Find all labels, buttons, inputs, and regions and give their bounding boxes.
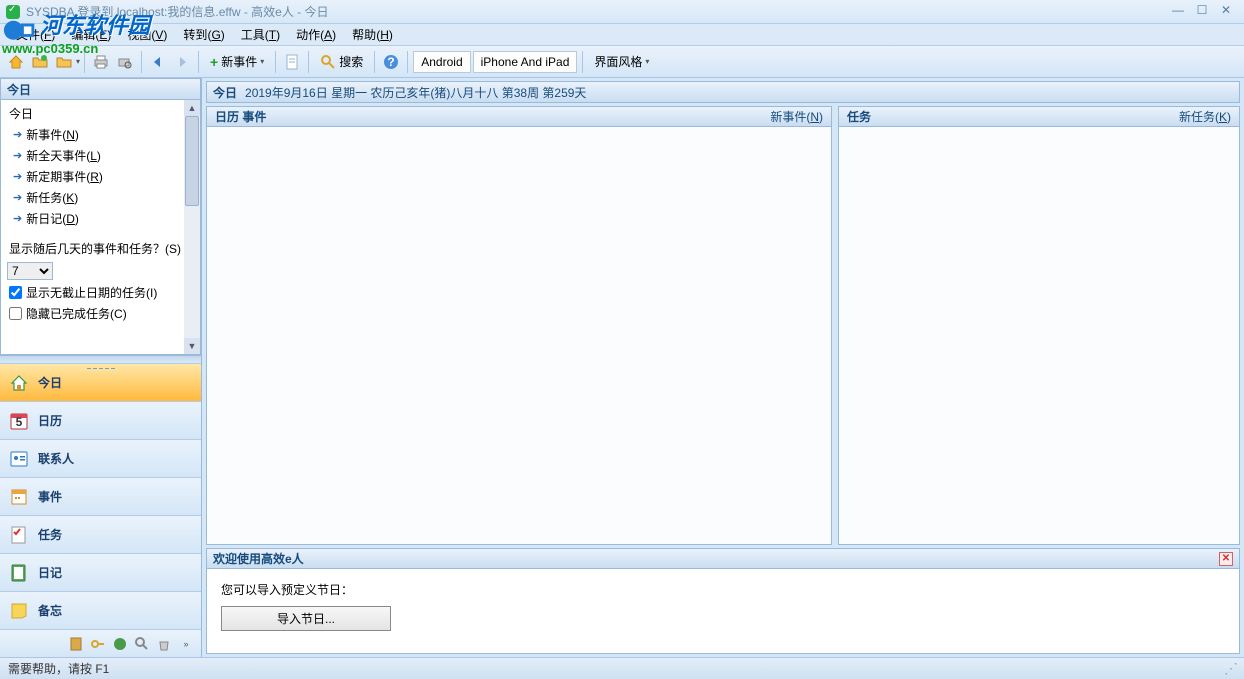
scroll-up-icon[interactable]: ▲	[184, 100, 200, 116]
nav-key-icon[interactable]	[89, 635, 107, 653]
calendar-events-panel: 日历 事件 新事件(N)	[206, 106, 832, 545]
scroll-down-icon[interactable]: ▼	[184, 338, 200, 354]
maximize-button[interactable]: ☐	[1190, 3, 1214, 21]
nav-memo[interactable]: 备忘	[0, 591, 201, 629]
toolbar-separator	[582, 51, 583, 73]
scroll-thumb[interactable]	[185, 116, 199, 206]
days-select[interactable]: 7	[7, 262, 53, 280]
minimize-button[interactable]: —	[1166, 3, 1190, 21]
tasks-panel: 任务 新任务(K)	[838, 106, 1240, 545]
sidebar-new-recurring[interactable]: ➔新定期事件(R)	[7, 166, 198, 187]
toolbar-separator	[407, 51, 408, 73]
sidebar-new-event[interactable]: ➔新事件(N)	[7, 124, 198, 145]
tb-folder-open-icon[interactable]	[54, 52, 74, 72]
app-icon	[6, 5, 20, 19]
sidebar-new-task[interactable]: ➔新任务(K)	[7, 187, 198, 208]
nav-recycle-icon[interactable]	[155, 635, 173, 653]
nav-tasks[interactable]: 任务	[0, 515, 201, 553]
import-holiday-button[interactable]: 导入节日...	[221, 606, 391, 631]
window-titlebar: SYSDBA 登录到 localhost:我的信息.effw - 高效e人 - …	[0, 0, 1244, 24]
menu-goto[interactable]: 转到(G)	[175, 24, 232, 45]
sidebar-scrollbar[interactable]: ▲ ▼	[184, 100, 200, 354]
memo-icon	[8, 600, 30, 622]
toolbar-separator	[275, 51, 276, 73]
new-event-link[interactable]: 新事件(N)	[770, 108, 823, 125]
tb-print-icon[interactable]	[91, 52, 111, 72]
menu-file[interactable]: 文件(F)	[8, 24, 63, 45]
new-task-link[interactable]: 新任务(K)	[1179, 108, 1231, 125]
welcome-panel: 欢迎使用高效e人 ✕ 您可以导入预定义节日： 导入节日...	[206, 548, 1240, 654]
nav-diary[interactable]: 日记	[0, 553, 201, 591]
status-text: 需要帮助，请按 F1	[8, 660, 109, 677]
welcome-title: 欢迎使用高效e人	[213, 550, 304, 567]
menu-action[interactable]: 动作(A)	[288, 24, 344, 45]
tb-help-icon[interactable]: ?	[381, 52, 401, 72]
tb-search-button[interactable]: 搜索	[313, 50, 370, 73]
calendar-icon: 5	[8, 410, 30, 432]
chk-show-nodate[interactable]: 显示无截止日期的任务(I)	[7, 282, 198, 303]
nav-paste-icon[interactable]	[67, 635, 85, 653]
menu-view[interactable]: 视图(V)	[119, 24, 175, 45]
tasks-title: 任务	[847, 108, 871, 125]
nav-globe-icon[interactable]	[111, 635, 129, 653]
house-icon	[8, 372, 30, 394]
welcome-hint: 您可以导入预定义节日：	[221, 581, 1225, 598]
sidebar-subheader: 今日	[7, 103, 198, 124]
tb-style-button[interactable]: 界面风格▾	[587, 50, 656, 73]
tb-iphone-link[interactable]: iPhone And iPad	[473, 51, 578, 73]
main-toolbar: ▾ +新事件▾ 搜索 ? Android iPhone And iPad 界面风…	[0, 46, 1244, 78]
toolbar-separator	[308, 51, 309, 73]
sidebar-body: ▲ ▼ 今日 ➔新事件(N) ➔新全天事件(L) ➔新定期事件(R) ➔新任务(…	[0, 100, 201, 355]
cal-events-title: 日历 事件	[215, 108, 266, 125]
nav-events[interactable]: 事件	[0, 477, 201, 515]
close-button[interactable]: ✕	[1214, 3, 1238, 21]
tb-document-icon[interactable]	[282, 52, 302, 72]
svg-text:5: 5	[16, 415, 23, 429]
menu-bar: 文件(F) 编辑(E) 视图(V) 转到(G) 工具(T) 动作(A) 帮助(H…	[0, 24, 1244, 46]
menu-help[interactable]: 帮助(H)	[344, 24, 401, 45]
tb-new-event-button[interactable]: +新事件▾	[203, 50, 271, 73]
resize-grip-icon[interactable]: ⋰	[1224, 660, 1236, 677]
nav-panel: 今日 5日历 联系人 事件 任务 日记 备忘 »	[0, 355, 201, 657]
sidebar-header: 今日	[0, 78, 201, 100]
tb-folder-new-icon[interactable]	[30, 52, 50, 72]
contacts-icon	[8, 448, 30, 470]
cal-events-body	[207, 127, 831, 544]
toolbar-separator	[374, 51, 375, 73]
menu-edit[interactable]: 编辑(E)	[63, 24, 119, 45]
tb-android-link[interactable]: Android	[413, 51, 470, 73]
tb-forward-icon[interactable]	[172, 52, 192, 72]
nav-contacts[interactable]: 联系人	[0, 439, 201, 477]
window-title: SYSDBA 登录到 localhost:我的信息.effw - 高效e人 - …	[26, 3, 1166, 20]
sidebar-new-allday[interactable]: ➔新全天事件(L)	[7, 145, 198, 166]
sidebar-new-diary[interactable]: ➔新日记(D)	[7, 208, 198, 229]
toolbar-separator	[84, 51, 85, 73]
tasks-body	[839, 127, 1239, 544]
menu-tool[interactable]: 工具(T)	[233, 24, 288, 45]
toolbar-separator	[198, 51, 199, 73]
nav-more-icon[interactable]: »	[177, 635, 195, 653]
tb-print-preview-icon[interactable]	[115, 52, 135, 72]
chk-hide-done[interactable]: 隐藏已完成任务(C)	[7, 303, 198, 324]
tb-back-icon[interactable]	[148, 52, 168, 72]
task-icon	[8, 524, 30, 546]
diary-icon	[8, 562, 30, 584]
tb-home-icon[interactable]	[6, 52, 26, 72]
days-label: 显示随后几天的事件和任务？(S)	[7, 237, 198, 260]
status-bar: 需要帮助，请按 F1 ⋰	[0, 657, 1244, 679]
welcome-close-icon[interactable]: ✕	[1219, 552, 1233, 566]
nav-calendar[interactable]: 5日历	[0, 401, 201, 439]
date-header: 今日 2019年9月16日 星期一 农历己亥年(猪)八月十八 第38周 第259…	[206, 81, 1240, 103]
svg-text:?: ?	[388, 55, 395, 69]
event-icon	[8, 486, 30, 508]
nav-search-icon[interactable]	[133, 635, 151, 653]
nav-splitter[interactable]	[0, 355, 201, 363]
toolbar-separator	[141, 51, 142, 73]
nav-footer: »	[0, 629, 201, 657]
